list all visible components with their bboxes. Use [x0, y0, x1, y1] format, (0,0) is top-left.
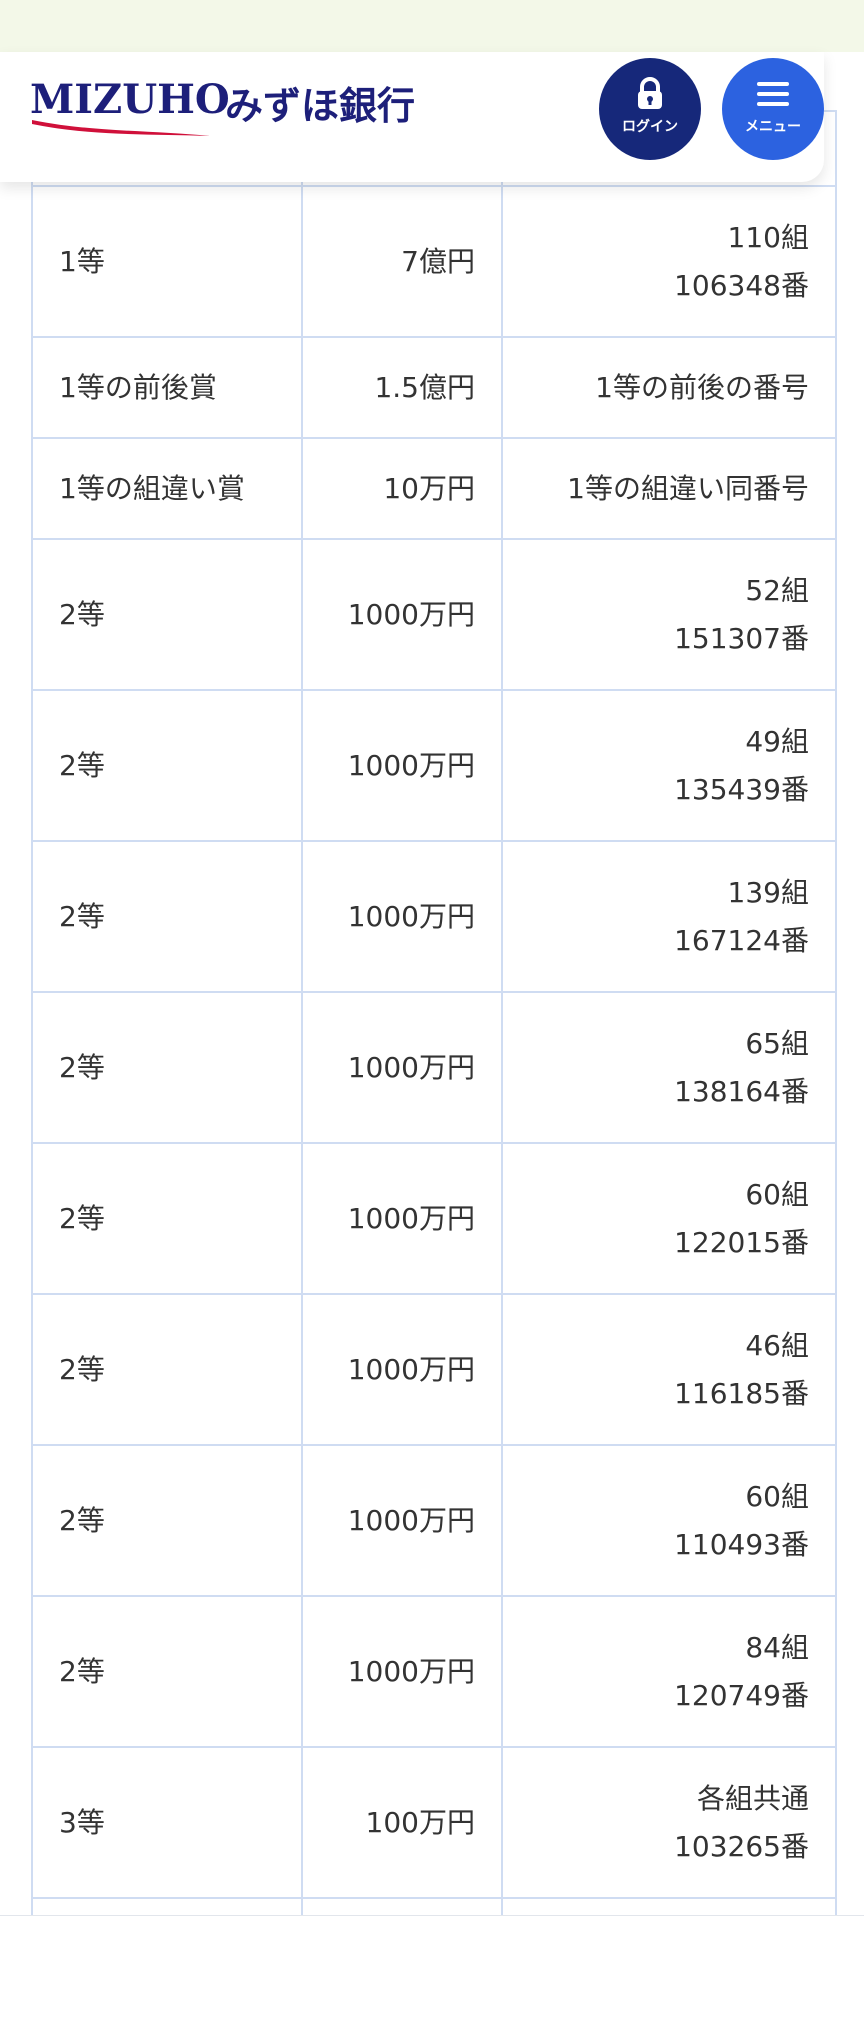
group-number: 49組: [745, 724, 809, 758]
menu-label: メニュー: [745, 119, 801, 135]
ticket-number: 106348番: [674, 268, 809, 302]
amount-cell: 1000万円: [301, 689, 503, 842]
prize-cell: 2等: [31, 538, 303, 691]
lottery-results-table: 1等 7億円 110組 106348番 1等の前後賞 1.5億円 1等の前後の番…: [31, 110, 835, 1915]
winning-number-cell: 65組 138164番: [501, 991, 835, 1144]
winning-number-cell: 各組共通 103265番: [501, 1746, 835, 1899]
group-number: 各組共通: [696, 1781, 809, 1815]
ticket-number: 120749番: [674, 1678, 809, 1712]
winning-number-cell: 60組 110493番: [501, 1444, 835, 1597]
lottery-results-table-container: 1等 7億円 110組 106348番 1等の前後賞 1.5億円 1等の前後の番…: [31, 110, 837, 1915]
amount-cell: 1000万円: [301, 1595, 503, 1748]
bank-name: みずほ銀行: [225, 84, 416, 128]
table-row: 2等 1000万円 46組 116185番: [31, 1293, 835, 1446]
winning-number-note: 1等の前後の番号: [595, 370, 809, 404]
group-number: 110組: [727, 220, 809, 254]
winning-number-cell: 49組 135439番: [501, 689, 835, 842]
prize-cell: 1等: [31, 185, 303, 338]
prize-cell: 2等: [31, 991, 303, 1144]
ticket-number: 167124番: [674, 923, 809, 957]
winning-number-cell: 1等の組違い同番号: [501, 437, 835, 540]
amount-cell: 10万円: [301, 437, 503, 540]
winning-number-cell: 84組 120749番: [501, 1595, 835, 1748]
prize-cell: 2等: [31, 1444, 303, 1597]
ticket-number: 110493番: [674, 1527, 809, 1561]
prize-cell: 3等: [31, 1746, 303, 1899]
table-row: 2等 1000万円 65組 138164番: [31, 991, 835, 1144]
winning-number-note: 1等の組違い同番号: [567, 471, 809, 505]
group-number: 60組: [745, 1479, 809, 1513]
table-row: 2等 1000万円 139組 167124番: [31, 840, 835, 993]
amount-cell: 1.5億円: [301, 336, 503, 439]
hamburger-menu-icon: [757, 82, 789, 106]
ticket-number: 103265番: [674, 1829, 809, 1863]
winning-number-cell: 1等の前後の番号: [501, 336, 835, 439]
status-strip: [0, 0, 864, 52]
group-number: 46組: [745, 1328, 809, 1362]
login-label: ログイン: [622, 119, 678, 135]
group-number: 65組: [745, 1026, 809, 1060]
prize-cell: 2等: [31, 1595, 303, 1748]
table-row: 2等 1000万円 84組 120749番: [31, 1595, 835, 1748]
table-row: 1等の組違い賞 10万円 1等の組違い同番号: [31, 437, 835, 540]
site-header: MIZUHO みずほ銀行 ログイン メニュー: [0, 52, 824, 182]
group-number: 52組: [745, 573, 809, 607]
group-number: 139組: [727, 875, 809, 909]
menu-button[interactable]: メニュー: [722, 58, 824, 160]
lock-icon: [638, 77, 662, 109]
prize-cell: 2等: [31, 840, 303, 993]
amount-cell: 1000万円: [301, 1444, 503, 1597]
ticket-number: 138164番: [674, 1074, 809, 1108]
winning-number-cell: 139組 167124番: [501, 840, 835, 993]
amount-cell: 1000万円: [301, 538, 503, 691]
group-number: 60組: [745, 1177, 809, 1211]
prize-cell: 1等の組違い賞: [31, 437, 303, 540]
table-row: 2等 1000万円 49組 135439番: [31, 689, 835, 842]
table-row-partial: [31, 1897, 835, 1915]
table-row: 2等 1000万円 52組 151307番: [31, 538, 835, 691]
winning-number-cell: 60組 122015番: [501, 1142, 835, 1295]
ticket-number: 122015番: [674, 1225, 809, 1259]
winning-number-cell: 110組 106348番: [501, 185, 835, 338]
amount-cell: 7億円: [301, 185, 503, 338]
ticket-number: 116185番: [674, 1376, 809, 1410]
prize-cell: 2等: [31, 1293, 303, 1446]
table-row: 2等 1000万円 60組 122015番: [31, 1142, 835, 1295]
login-button[interactable]: ログイン: [599, 58, 701, 160]
amount-cell: 1000万円: [301, 1142, 503, 1295]
table-row: 1等の前後賞 1.5億円 1等の前後の番号: [31, 336, 835, 439]
amount-cell: 1000万円: [301, 991, 503, 1144]
amount-cell: 100万円: [301, 1746, 503, 1899]
ticket-number: 135439番: [674, 772, 809, 806]
table-row: 1等 7億円 110組 106348番: [31, 185, 835, 338]
table-row: 3等 100万円 各組共通 103265番: [31, 1746, 835, 1899]
mizuho-logo[interactable]: MIZUHO: [30, 78, 230, 138]
ticket-number: 151307番: [674, 621, 809, 655]
amount-cell: 1000万円: [301, 840, 503, 993]
winning-number-cell: 46組 116185番: [501, 1293, 835, 1446]
prize-cell: 2等: [31, 1142, 303, 1295]
bottom-blank-area: [0, 1915, 864, 2017]
prize-cell: 2等: [31, 689, 303, 842]
winning-number-cell: 52組 151307番: [501, 538, 835, 691]
table-row: 2等 1000万円 60組 110493番: [31, 1444, 835, 1597]
amount-cell: 1000万円: [301, 1293, 503, 1446]
group-number: 84組: [745, 1630, 809, 1664]
prize-cell: 1等の前後賞: [31, 336, 303, 439]
logo-swoosh-icon: [32, 120, 210, 136]
